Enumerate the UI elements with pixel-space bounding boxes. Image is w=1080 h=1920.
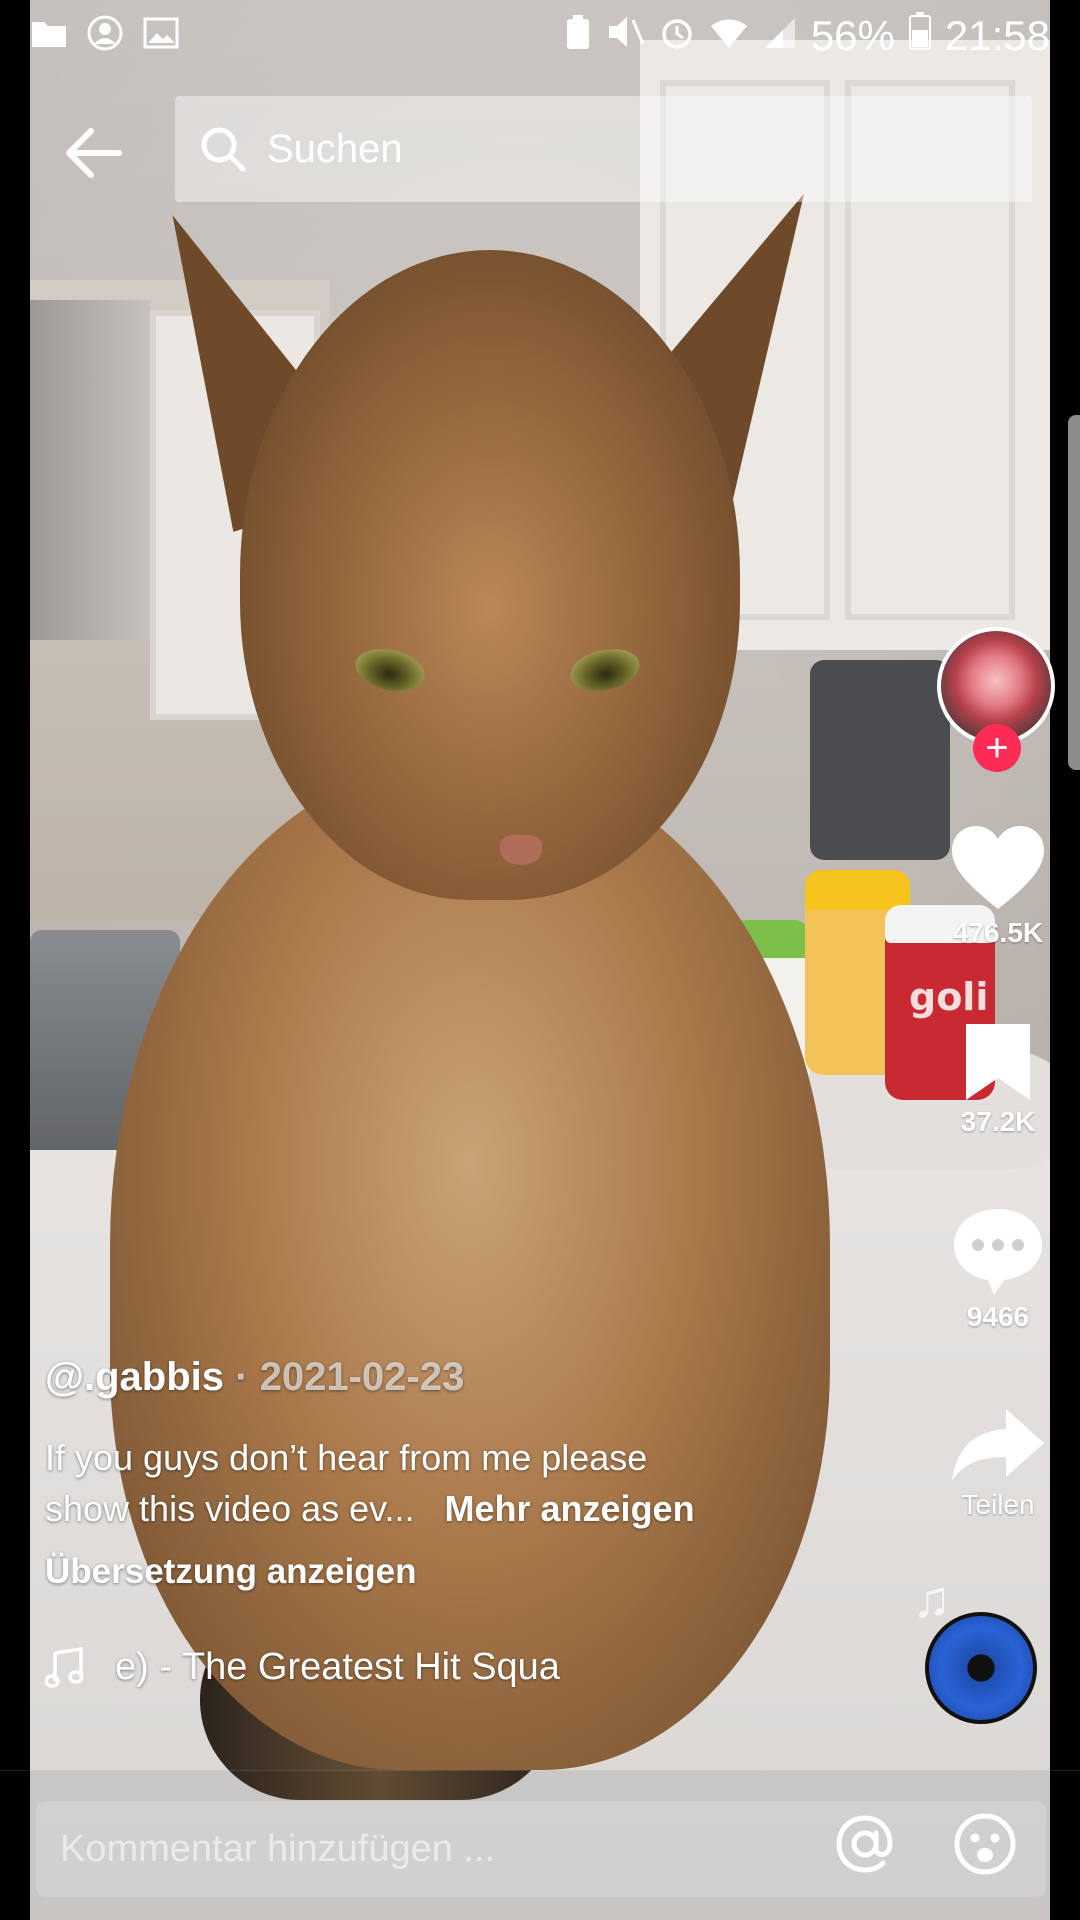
image-icon [142,16,180,50]
folder-icon [30,16,68,50]
jar-label: goli [909,975,989,1019]
cat-body [110,760,830,1770]
tiktok-video-screen: goli 56% 21:58 Suchen + 476.5K 37.2K 946… [0,0,1080,1920]
back-button[interactable] [58,118,128,188]
search-input[interactable]: Suchen [175,96,1032,202]
status-bar: 56% 21:58 [0,0,1080,72]
cat-nose [500,835,542,865]
battery-icon [908,12,931,60]
range-hood [30,300,150,640]
share-arrow-icon [952,1409,1044,1481]
battery-percent: 56% [810,12,895,59]
alarm-icon [659,12,695,60]
caption-header: @.gabbis · 2021-02-23 [45,1355,805,1400]
battery-saver-icon [565,12,591,60]
music-note-icon: ♫ [912,1571,951,1629]
mention-button[interactable] [830,1809,900,1879]
comment-bar: Kommentar hinzufügen ... [0,1770,1080,1920]
status-bar-left [30,15,180,51]
emoji-button[interactable] [950,1809,1020,1879]
clock: 21:58 [944,12,1050,59]
like-button[interactable]: 476.5K [943,823,1053,949]
favorite-count: 37.2K [960,1106,1036,1137]
scrollbar[interactable] [1068,415,1080,770]
share-label: Teilen [961,1489,1035,1520]
show-translation-link[interactable]: Übersetzung anzeigen [45,1552,805,1592]
comment-count: 9466 [966,1301,1030,1332]
search-icon [201,127,246,172]
mute-icon [605,12,645,60]
bookmark-icon [966,1024,1030,1100]
like-count: 476.5K [952,917,1044,948]
music-row[interactable]: e) - The Greatest Hit Squa [45,1646,585,1689]
wifi-icon [709,12,749,60]
caption-line-1: If you guys don’t hear from me please [45,1437,648,1478]
account-icon [86,15,124,51]
video-player[interactable]: goli [30,0,1050,1920]
status-bar-right: 56% 21:58 [565,12,1050,60]
caption-text: If you guys don’t hear from me please sh… [45,1432,785,1534]
signal-icon [763,12,797,60]
share-button[interactable]: Teilen [943,1405,1053,1521]
comment-placeholder: Kommentar hinzufügen ... [60,1827,496,1870]
at-sign-icon [836,1815,893,1873]
comment-button[interactable]: 9466 [943,1205,1053,1333]
music-disc[interactable]: GREATEST 20 POP PARTY MUSI [925,1612,1037,1724]
plus-icon: + [985,726,1009,770]
follow-button[interactable]: + [973,724,1021,772]
comment-bubble-icon [954,1209,1042,1295]
heart-icon [952,826,1044,909]
creator-handle[interactable]: @.gabbis [45,1355,224,1399]
caption-line-2: show this video as ev... [45,1488,415,1529]
search-placeholder: Suchen [267,126,403,171]
arrow-left-icon [66,128,122,178]
music-note-icon [45,1646,84,1688]
cat-head [240,250,740,900]
separator-dot: · [224,1355,260,1399]
emoji-icon [954,1813,1016,1875]
blender [810,660,950,860]
post-date: 2021-02-23 [259,1355,465,1399]
music-track-title: e) - The Greatest Hit Squa [115,1646,560,1688]
show-more-link[interactable]: Mehr anzeigen [445,1488,695,1529]
favorite-button[interactable]: 37.2K [943,1020,1053,1138]
